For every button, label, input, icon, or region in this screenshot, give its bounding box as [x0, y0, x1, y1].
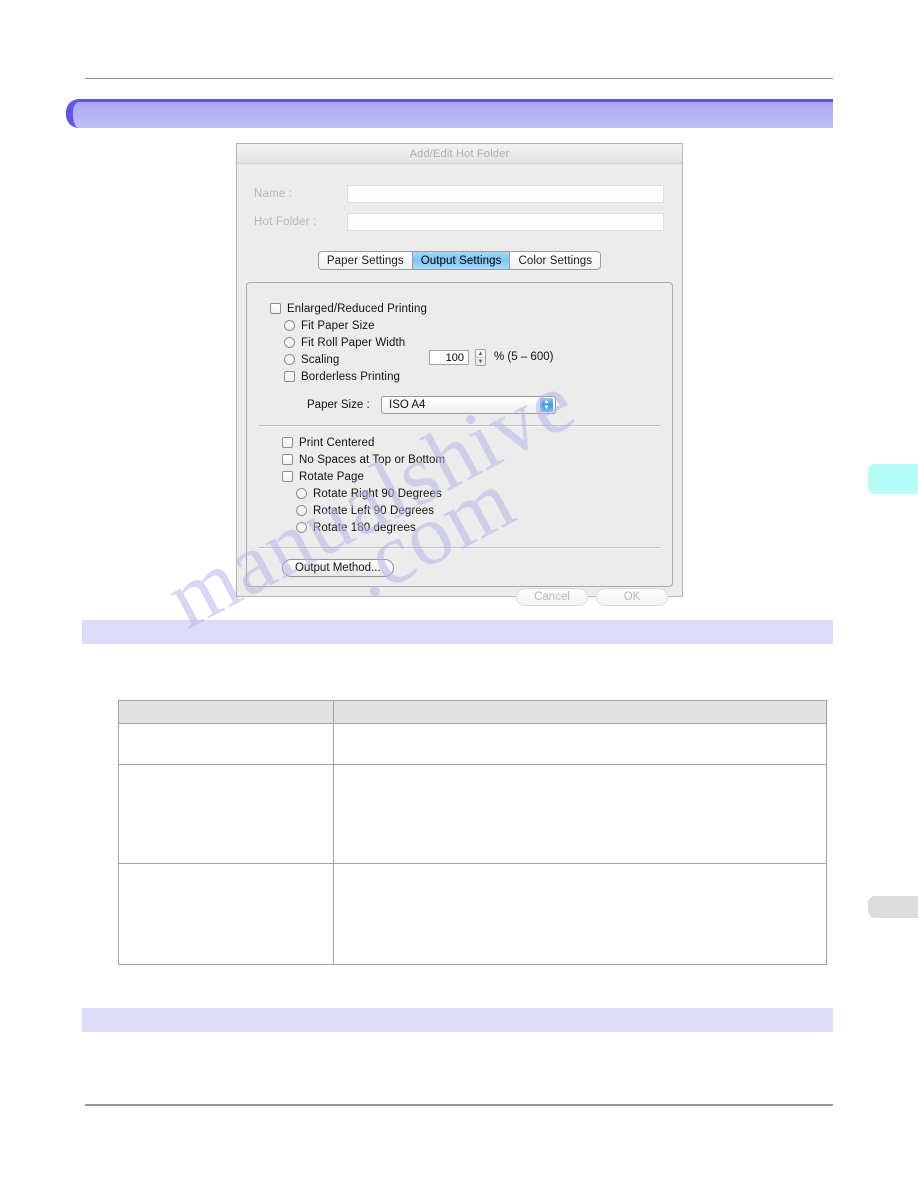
option-label: Rotate Right 90 Degrees: [313, 487, 442, 500]
option-fit-roll-paper-width[interactable]: Fit Roll Paper Width: [270, 334, 672, 351]
option-scaling[interactable]: Scaling ▲ ▼ % (5 – 600): [270, 349, 672, 368]
side-tab-gray: [868, 896, 918, 918]
table-cell: [333, 764, 827, 864]
dialog-titlebar: Add/Edit Hot Folder: [237, 144, 682, 164]
radio-icon[interactable]: [296, 522, 307, 533]
tab-bar-wrapper: Paper Settings Output Settings Color Set…: [246, 251, 673, 270]
paper-size-label: Paper Size :: [307, 398, 370, 411]
chevron-up-down-icon[interactable]: ▲ ▼: [540, 397, 553, 412]
checkbox-icon[interactable]: [282, 454, 293, 465]
stepper-up-icon[interactable]: ▲: [476, 350, 485, 358]
option-rotate-page[interactable]: Rotate Page: [282, 468, 672, 485]
option-label: Enlarged/Reduced Printing: [287, 302, 427, 315]
dialog-footer: Cancel OK: [516, 588, 668, 606]
option-label: Borderless Printing: [301, 370, 401, 383]
option-print-centered[interactable]: Print Centered: [282, 434, 672, 451]
radio-icon[interactable]: [296, 505, 307, 516]
stepper-down-icon[interactable]: ▼: [476, 358, 485, 365]
output-method-button[interactable]: Output Method...: [282, 559, 394, 577]
table-cell: [118, 764, 334, 864]
side-tab-cyan: [868, 464, 918, 494]
footer-rule: [85, 1104, 833, 1106]
add-edit-hot-folder-dialog: Add/Edit Hot Folder Name : Hot Folder : …: [236, 143, 683, 606]
radio-icon[interactable]: [284, 320, 295, 331]
paper-size-value: ISO A4: [389, 398, 426, 411]
section-banner-top: [82, 620, 833, 644]
ok-button[interactable]: OK: [596, 588, 668, 606]
checkbox-icon[interactable]: [282, 471, 293, 482]
option-label: Fit Roll Paper Width: [301, 336, 406, 349]
option-fit-paper-size[interactable]: Fit Paper Size: [270, 317, 672, 334]
option-rotate-right-90[interactable]: Rotate Right 90 Degrees: [282, 485, 672, 502]
radio-icon[interactable]: [284, 354, 295, 365]
table-head: [118, 700, 827, 724]
output-method-row: Output Method...: [247, 549, 672, 577]
scaling-value-input[interactable]: [429, 350, 469, 365]
scaling-stepper[interactable]: ▲ ▼: [475, 349, 486, 366]
chevron-down-glyph: ▼: [543, 404, 550, 411]
cancel-button[interactable]: Cancel: [516, 588, 588, 606]
name-input[interactable]: [347, 185, 664, 203]
scaling-options-group: Enlarged/Reduced Printing Fit Paper Size…: [247, 283, 672, 414]
name-field-label: Name :: [254, 188, 293, 200]
table-cell: [333, 863, 827, 965]
table-cell: [333, 723, 827, 765]
radio-icon[interactable]: [296, 488, 307, 499]
section-banner-bottom: [82, 1008, 833, 1032]
option-label: No Spaces at Top or Bottom: [299, 453, 446, 466]
table-cell: [118, 863, 334, 965]
table-cell: [118, 723, 334, 765]
section-banner-main: [66, 99, 833, 128]
option-label: Rotate 180 degrees: [313, 521, 416, 534]
table-row: [118, 764, 827, 864]
tab-color-settings[interactable]: Color Settings: [510, 252, 601, 269]
output-settings-panel: Enlarged/Reduced Printing Fit Paper Size…: [246, 282, 673, 587]
option-rotate-left-90[interactable]: Rotate Left 90 Degrees: [282, 502, 672, 519]
hot-folder-input[interactable]: [347, 213, 664, 231]
hot-folder-field-row: Hot Folder :: [237, 213, 682, 231]
header-rule: [85, 78, 833, 79]
option-label: Scaling: [301, 353, 340, 366]
table-body: [118, 723, 827, 965]
option-label: Print Centered: [299, 436, 375, 449]
tab-bar: Paper Settings Output Settings Color Set…: [317, 251, 602, 270]
table-row: [118, 723, 827, 765]
option-label: Rotate Page: [299, 470, 365, 483]
table-header-cell: [118, 700, 334, 724]
option-label: Rotate Left 90 Degrees: [313, 504, 435, 517]
table-row: [118, 863, 827, 965]
settings-description-table: [118, 700, 827, 965]
option-rotate-180[interactable]: Rotate 180 degrees: [282, 519, 672, 536]
option-label: Fit Paper Size: [301, 319, 375, 332]
checkbox-icon[interactable]: [282, 437, 293, 448]
option-borderless-printing[interactable]: Borderless Printing: [270, 368, 672, 385]
dialog-title: Add/Edit Hot Folder: [409, 147, 510, 160]
table-header-row: [118, 700, 827, 724]
name-field-row: Name :: [237, 185, 682, 203]
table-header-cell: [333, 700, 827, 724]
layout-options-group: Print Centered No Spaces at Top or Botto…: [247, 427, 672, 536]
scaling-range-label: % (5 – 600): [494, 351, 554, 363]
checkbox-icon[interactable]: [284, 371, 295, 382]
option-no-spaces-top-bottom[interactable]: No Spaces at Top or Bottom: [282, 451, 672, 468]
option-enlarged-reduced-printing[interactable]: Enlarged/Reduced Printing: [270, 300, 672, 317]
tab-output-settings[interactable]: Output Settings: [412, 252, 511, 269]
radio-icon[interactable]: [284, 337, 295, 348]
dialog-body: Name : Hot Folder : Paper Settings Outpu…: [237, 185, 682, 618]
hot-folder-field-label: Hot Folder :: [254, 216, 317, 228]
tab-paper-settings[interactable]: Paper Settings: [318, 252, 413, 269]
paper-size-row: Paper Size : ISO A4 ▲ ▼: [270, 395, 672, 414]
paper-size-select[interactable]: ISO A4 ▲ ▼: [381, 395, 556, 414]
checkbox-icon[interactable]: [270, 303, 281, 314]
